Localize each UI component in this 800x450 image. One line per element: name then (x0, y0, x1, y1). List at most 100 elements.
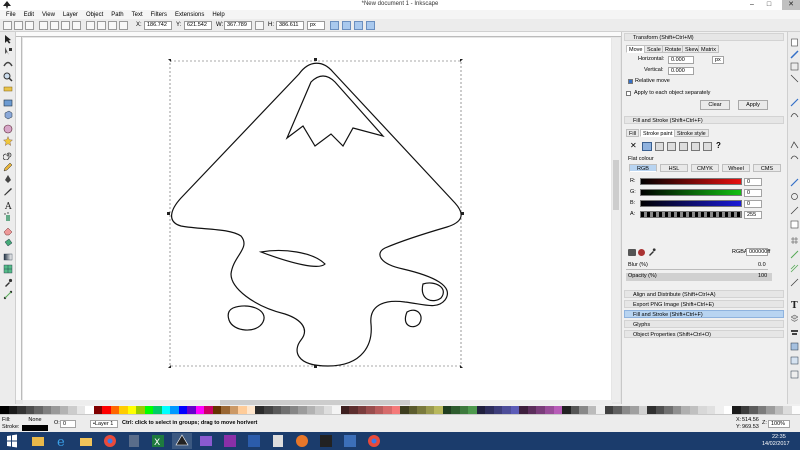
palette-swatch[interactable] (51, 406, 60, 414)
color-palette[interactable] (0, 406, 800, 414)
palette-swatch[interactable] (93, 406, 103, 414)
pattern-button[interactable] (691, 142, 700, 151)
palette-swatch[interactable] (732, 406, 741, 414)
inkscape-logo-drawing[interactable] (171, 62, 462, 367)
move-unit-select[interactable]: px (712, 56, 724, 64)
preferences-icon[interactable] (790, 370, 799, 379)
flip-horizontal-button[interactable] (61, 21, 70, 30)
palette-swatch[interactable] (8, 406, 18, 414)
menu-text[interactable]: Text (128, 10, 147, 19)
tab-matrix[interactable]: Matrix (698, 45, 719, 53)
palette-swatch[interactable] (68, 406, 77, 414)
snap-others-icon[interactable] (790, 264, 799, 273)
palette-swatch[interactable] (502, 406, 511, 414)
excel-icon[interactable]: X (148, 433, 168, 449)
bucket-tool-icon[interactable] (3, 238, 13, 248)
snap-nodes-icon[interactable] (790, 98, 799, 107)
menu-object[interactable]: Object (82, 10, 107, 19)
palette-swatch[interactable] (442, 406, 452, 414)
palette-swatch[interactable] (110, 406, 120, 414)
horizontal-ruler[interactable] (16, 32, 621, 37)
palette-swatch[interactable] (706, 406, 716, 414)
connector-tool-icon[interactable] (3, 290, 13, 300)
palette-swatch[interactable] (715, 406, 724, 414)
mode-wheel[interactable]: Wheel (722, 164, 750, 172)
palette-swatch[interactable] (638, 406, 648, 414)
selector-tool-icon[interactable] (3, 34, 13, 44)
r-slider[interactable] (640, 178, 742, 185)
gradient-tool-icon[interactable] (3, 252, 13, 262)
palette-swatch[interactable] (357, 406, 367, 414)
layers-icon[interactable] (790, 314, 799, 323)
transform-dialog-header[interactable]: Transform (Shift+Ctrl+M) (624, 33, 784, 41)
palette-swatch[interactable] (655, 406, 665, 414)
palette-swatch[interactable] (689, 406, 699, 414)
palette-swatch[interactable] (587, 406, 597, 414)
palette-swatch[interactable] (119, 406, 128, 414)
snap-guides-icon[interactable] (790, 250, 799, 259)
palette-swatch[interactable] (349, 406, 358, 414)
palette-swatch[interactable] (383, 406, 392, 414)
palette-swatch[interactable] (493, 406, 503, 414)
palette-swatch[interactable] (102, 406, 111, 414)
palette-swatch[interactable] (17, 406, 26, 414)
palette-swatch[interactable] (25, 406, 35, 414)
onenote-icon[interactable] (220, 433, 240, 449)
snap-toggle-icon[interactable] (790, 50, 799, 59)
snap-bbox-icon[interactable] (790, 62, 799, 71)
layer-select[interactable]: •Layer 1 (90, 420, 118, 428)
mode-rgb[interactable]: RGB (629, 164, 657, 172)
palette-swatch[interactable] (315, 406, 324, 414)
palette-swatch[interactable] (263, 406, 273, 414)
inkscape-taskbar-icon[interactable] (172, 433, 192, 449)
maximize-button[interactable]: □ (762, 0, 776, 10)
palette-swatch[interactable] (451, 406, 460, 414)
unit-select[interactable]: px (307, 21, 325, 30)
rotate-ccw-button[interactable] (39, 21, 48, 30)
palette-swatch[interactable] (749, 406, 758, 414)
palette-swatch[interactable] (212, 406, 222, 414)
palette-swatch[interactable] (774, 406, 784, 414)
palette-swatch[interactable] (647, 406, 656, 414)
menu-file[interactable]: File (2, 10, 20, 19)
palette-swatch[interactable] (34, 406, 43, 414)
ie-icon[interactable]: e (52, 433, 72, 449)
palette-swatch[interactable] (519, 406, 528, 414)
snap-page-icon[interactable] (790, 220, 799, 229)
dock-fill-stroke[interactable]: Fill and Stroke (Shift+Ctrl+F) (624, 310, 784, 318)
palette-swatch[interactable] (136, 406, 145, 414)
flat-paint-button[interactable] (642, 142, 652, 151)
lock-ratio-button[interactable] (255, 21, 264, 30)
snap-midpoints-icon[interactable] (790, 178, 799, 187)
drawing[interactable] (23, 38, 611, 402)
palette-swatch[interactable] (272, 406, 282, 414)
close-button[interactable]: ✕ (782, 0, 800, 10)
palette-swatch[interactable] (391, 406, 401, 414)
palette-swatch[interactable] (306, 406, 316, 414)
palette-swatch[interactable] (340, 406, 350, 414)
palette-swatch[interactable] (604, 406, 614, 414)
palette-swatch[interactable] (681, 406, 690, 414)
g-field[interactable]: 0 (744, 189, 762, 197)
tab-scale[interactable]: Scale (644, 45, 664, 53)
vertical-ruler[interactable] (16, 37, 22, 400)
palette-swatch[interactable] (76, 406, 86, 414)
image-viewer-icon[interactable] (196, 433, 216, 449)
palette-swatch[interactable] (485, 406, 494, 414)
palette-swatch[interactable] (204, 406, 213, 414)
tab-rotate[interactable]: Rotate (662, 45, 685, 53)
palette-swatch[interactable] (366, 406, 375, 414)
palette-swatch[interactable] (562, 406, 571, 414)
zoom-field[interactable]: 100% (768, 420, 790, 428)
text-tool-icon[interactable]: A (3, 200, 13, 210)
star-tool-icon[interactable] (3, 136, 13, 146)
g-slider[interactable] (640, 189, 742, 196)
palette-swatch[interactable] (425, 406, 435, 414)
selectors-icon[interactable] (790, 356, 799, 365)
unset-paint-button[interactable]: ? (716, 142, 721, 150)
select-all-button[interactable] (3, 21, 12, 30)
lower-button[interactable] (108, 21, 117, 30)
y-field[interactable]: 621.542 (184, 21, 212, 30)
palette-swatch[interactable] (417, 406, 426, 414)
minimize-button[interactable]: – (745, 0, 759, 10)
